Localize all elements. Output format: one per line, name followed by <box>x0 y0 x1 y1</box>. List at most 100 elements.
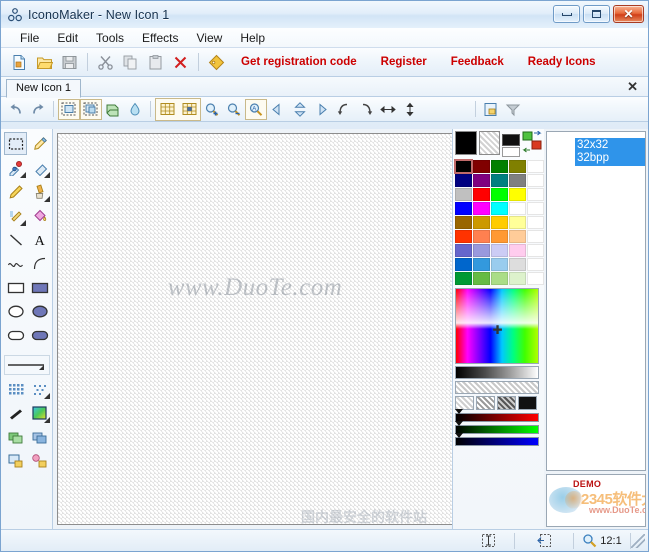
feedback-link[interactable]: Feedback <box>439 56 516 68</box>
new-icon-button[interactable] <box>7 50 32 75</box>
dither-fine-tool[interactable] <box>28 377 51 400</box>
foreground-color-swatch[interactable] <box>455 131 477 155</box>
pattern-swatch[interactable] <box>497 396 516 410</box>
pen-tool[interactable] <box>28 132 51 155</box>
green-slider[interactable] <box>455 421 542 434</box>
color-spectrum-picker[interactable]: ✚ <box>455 288 539 364</box>
grayscale-ramp[interactable] <box>455 366 539 379</box>
tag-button[interactable] <box>204 50 229 75</box>
menu-help[interactable]: Help <box>231 29 274 47</box>
register-link[interactable]: Register <box>369 56 439 68</box>
lock-transparency-tool[interactable] <box>4 449 27 472</box>
zoom-fit-button[interactable]: A <box>245 98 267 120</box>
color-swatch[interactable] <box>455 244 472 257</box>
fill-tool[interactable] <box>28 204 51 227</box>
tab-new-icon-1[interactable]: New Icon 1 <box>6 79 82 98</box>
lock-colors-tool[interactable] <box>28 449 51 472</box>
green-slider-thumb[interactable] <box>455 421 463 426</box>
color-swatch[interactable] <box>491 188 508 201</box>
zoom-in-button[interactable] <box>201 99 223 120</box>
smudge-tool[interactable] <box>4 401 27 424</box>
rotate-left-button[interactable] <box>333 99 355 120</box>
resize-grip-cell[interactable] <box>631 530 648 551</box>
ellipse-filled-tool[interactable] <box>28 300 51 323</box>
color-swatch[interactable] <box>455 230 472 243</box>
color-swatch[interactable] <box>527 188 544 201</box>
color-swatch[interactable] <box>527 202 544 215</box>
maximize-button[interactable] <box>583 5 610 23</box>
rectangle-filled-tool[interactable] <box>28 276 51 299</box>
color-swatch[interactable] <box>455 272 472 285</box>
color-swatch[interactable] <box>473 258 490 271</box>
menu-view[interactable]: View <box>188 29 232 47</box>
zoom-out-button[interactable] <box>223 99 245 120</box>
paste-button[interactable] <box>143 50 168 75</box>
line-width-selector[interactable] <box>4 355 50 375</box>
eraser-tool[interactable] <box>28 156 51 179</box>
pattern-swatch[interactable] <box>455 396 474 410</box>
open-button[interactable] <box>32 50 57 75</box>
color-swatch[interactable] <box>527 258 544 271</box>
color-swatch[interactable] <box>473 244 490 257</box>
menu-effects[interactable]: Effects <box>133 29 187 47</box>
color-swatch[interactable] <box>527 160 544 173</box>
color-swatch[interactable] <box>491 272 508 285</box>
color-swatch[interactable] <box>455 216 472 229</box>
icon-canvas[interactable]: www.DuoTe.com <box>57 133 453 525</box>
water-drop-button[interactable] <box>124 99 146 120</box>
flip-horizontal-button[interactable] <box>377 99 399 120</box>
red-slider-thumb[interactable] <box>455 409 463 414</box>
color-swatch[interactable] <box>527 230 544 243</box>
shift-vertical-button[interactable] <box>289 99 311 120</box>
color-swatch[interactable] <box>491 202 508 215</box>
brush-tool[interactable] <box>28 180 51 203</box>
canvas-pixel-grid[interactable] <box>58 134 452 524</box>
red-slider[interactable] <box>455 409 542 422</box>
menu-file[interactable]: File <box>11 29 48 47</box>
minimize-button[interactable] <box>553 5 580 23</box>
paste-image-button[interactable] <box>80 98 102 120</box>
save-button[interactable] <box>57 50 82 75</box>
pattern-swatch[interactable] <box>518 396 537 410</box>
rectangle-outline-tool[interactable] <box>4 276 27 299</box>
color-swatch[interactable] <box>509 202 526 215</box>
shift-left-button[interactable] <box>267 99 289 120</box>
background-color-swatch[interactable] <box>478 131 500 155</box>
menu-tools[interactable]: Tools <box>87 29 133 47</box>
icon-format-list[interactable]: 32x32 32bpp <box>546 131 646 471</box>
zoom-status-cell[interactable]: 12:1 <box>574 530 630 551</box>
color-swatch[interactable] <box>509 174 526 187</box>
color-swatch[interactable] <box>473 174 490 187</box>
rotate-right-button[interactable] <box>355 99 377 120</box>
color-swatch[interactable] <box>491 216 508 229</box>
color-swatch[interactable] <box>509 216 526 229</box>
color-swatch[interactable] <box>454 159 473 174</box>
color-picker-tool[interactable] <box>4 156 27 179</box>
color-swatch[interactable] <box>527 244 544 257</box>
color-swatch[interactable] <box>491 230 508 243</box>
cut-button[interactable] <box>93 50 118 75</box>
get-registration-code-link[interactable]: Get registration code <box>229 56 369 68</box>
duplicate-layer-button[interactable] <box>102 99 124 120</box>
grid-button[interactable] <box>156 99 178 120</box>
dither-coarse-tool[interactable] <box>4 377 27 400</box>
ellipse-outline-tool[interactable] <box>4 300 27 323</box>
gradient-tool[interactable] <box>28 401 51 424</box>
curve-tool[interactable] <box>4 252 27 275</box>
color-swatch[interactable] <box>473 160 490 173</box>
copy-image-button[interactable] <box>58 98 80 120</box>
blue-slider-thumb[interactable] <box>455 433 463 438</box>
rounded-rect-filled-tool[interactable] <box>28 324 51 347</box>
color-swatch[interactable] <box>527 174 544 187</box>
menu-edit[interactable]: Edit <box>48 29 87 47</box>
blue-slider[interactable] <box>455 433 542 446</box>
shift-right-button[interactable] <box>311 99 333 120</box>
layer-front-tool[interactable] <box>4 425 27 448</box>
airbrush-tool[interactable] <box>4 204 27 227</box>
color-swatch[interactable] <box>509 230 526 243</box>
color-swatch[interactable] <box>509 160 526 173</box>
color-swatch[interactable] <box>455 174 472 187</box>
color-swatch[interactable] <box>455 202 472 215</box>
pattern-swatch[interactable] <box>476 396 495 410</box>
copy-button[interactable] <box>118 50 143 75</box>
